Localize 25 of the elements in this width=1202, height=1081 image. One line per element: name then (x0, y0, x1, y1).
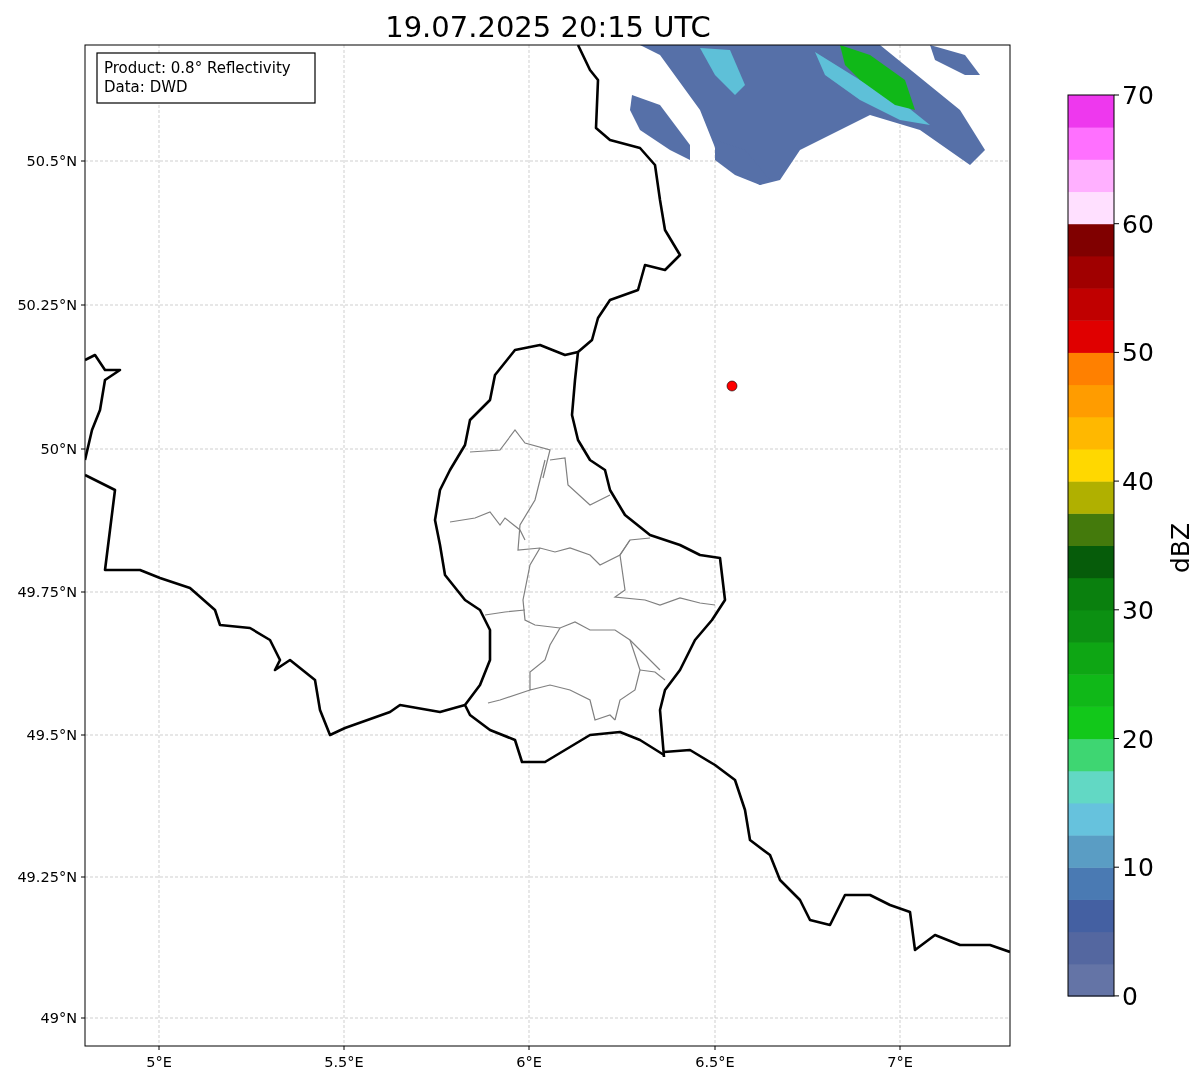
colorbar-tick-label: 30 (1122, 595, 1154, 625)
longitude-label: 6°E (516, 1054, 542, 1070)
info-text: Data: DWD (104, 78, 188, 96)
latitude-label: 50°N (40, 441, 77, 457)
colorbar-tick-label: 10 (1122, 853, 1154, 883)
colorbar-tick-label: 60 (1122, 209, 1154, 239)
latitude-label: 49.5°N (26, 727, 77, 743)
longitude-label: 6.5°E (695, 1054, 735, 1070)
longitude-label: 7°E (887, 1054, 913, 1070)
latitude-label: 50.25°N (17, 297, 77, 313)
chart-title: 19.07.2025 20:15 UTC (385, 10, 711, 44)
colorbar-tick-label: 0 (1122, 981, 1138, 1011)
colorbar-tick-label: 40 (1122, 467, 1154, 497)
info-text: Product: 0.8° Reflectivity (104, 59, 291, 77)
colorbar-tick-label: 70 (1122, 81, 1154, 110)
latitude-label: 49.75°N (17, 584, 77, 600)
colorbar-label: dBZ (1166, 522, 1195, 574)
latitude-label: 50.5°N (26, 153, 77, 169)
longitude-label: 5°E (146, 1054, 172, 1070)
latitude-label: 49°N (40, 1010, 77, 1026)
longitude-label: 5.5°E (324, 1054, 364, 1070)
colorbar-tick-label: 20 (1122, 724, 1154, 754)
radar-site-marker (726, 380, 738, 392)
latitude-label: 49.25°N (17, 869, 77, 885)
colorbar-tick-label: 50 (1122, 338, 1154, 368)
